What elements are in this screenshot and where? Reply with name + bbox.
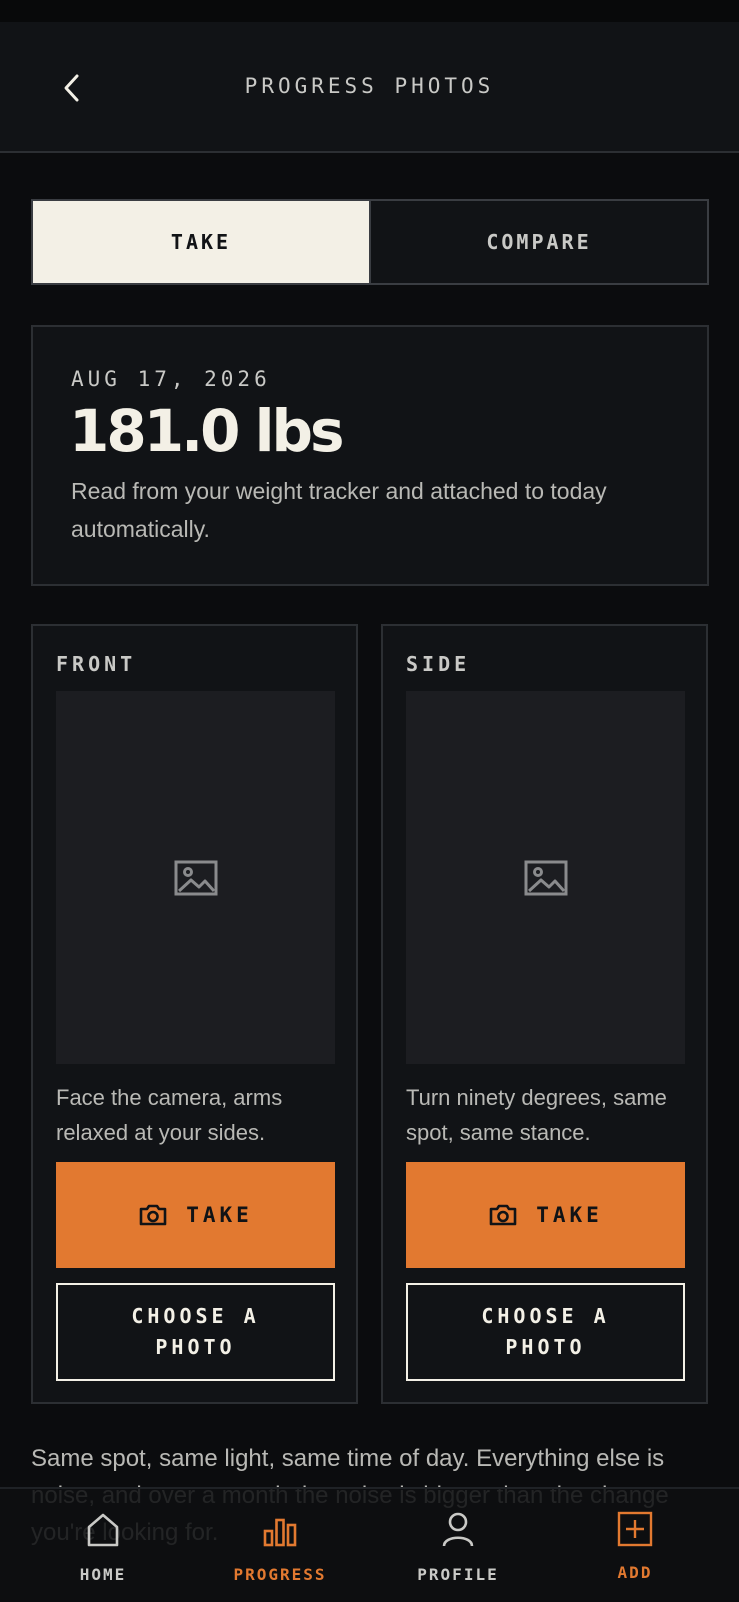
tab-progress[interactable]: PROGRESS bbox=[188, 1489, 372, 1602]
tab-profile-label: PROFILE bbox=[417, 1565, 499, 1584]
tab-profile[interactable]: PROFILE bbox=[366, 1489, 550, 1602]
header: PROGRESS PHOTOS bbox=[0, 22, 739, 153]
take-side-button[interactable]: TAKE bbox=[406, 1162, 685, 1268]
side-label: SIDE bbox=[406, 652, 471, 676]
bar-chart-icon bbox=[263, 1518, 297, 1547]
camera-icon bbox=[489, 1204, 517, 1226]
tab-home[interactable]: HOME bbox=[11, 1489, 195, 1602]
choose-side-photo-button[interactable]: CHOOSE A PHOTO bbox=[406, 1283, 685, 1381]
front-label: FRONT bbox=[56, 652, 137, 676]
page-title: PROGRESS PHOTOS bbox=[244, 74, 495, 98]
image-icon bbox=[524, 860, 567, 895]
take-side-label: TAKE bbox=[536, 1203, 603, 1227]
home-icon bbox=[87, 1513, 119, 1547]
front-photo-placeholder bbox=[56, 691, 335, 1064]
person-icon bbox=[442, 1512, 474, 1547]
weight-card: AUG 17, 2026 181.0 lbs Read from your we… bbox=[31, 325, 709, 586]
side-instruction: Turn ninety degrees, same spot, same sta… bbox=[406, 1085, 667, 1145]
camera-icon bbox=[139, 1204, 167, 1226]
weight-value: 181.0 lbs bbox=[69, 397, 345, 465]
tab-progress-label: PROGRESS bbox=[233, 1565, 327, 1584]
take-front-button[interactable]: TAKE bbox=[56, 1162, 335, 1268]
side-photo-card: SIDE Turn ninety degrees, same spot, sam… bbox=[381, 624, 708, 1404]
front-instruction: Face the camera, arms relaxed at your si… bbox=[56, 1085, 283, 1145]
mode-switcher: TAKE COMPARE bbox=[31, 199, 709, 285]
tab-add[interactable]: ADD bbox=[543, 1489, 727, 1602]
tab-take[interactable]: TAKE bbox=[33, 201, 369, 283]
tab-compare[interactable]: COMPARE bbox=[369, 201, 707, 283]
front-photo-card: FRONT Face the camera, arms relaxed at y… bbox=[31, 624, 358, 1404]
weight-note: Read from your weight tracker and attach… bbox=[71, 478, 607, 542]
choose-front-photo-button[interactable]: CHOOSE A PHOTO bbox=[56, 1283, 335, 1381]
plus-square-icon bbox=[617, 1511, 653, 1547]
tab-home-label: HOME bbox=[79, 1565, 127, 1584]
bottom-tab-bar: HOME PROGRESS PROFILE ADD bbox=[0, 1487, 739, 1600]
side-photo-placeholder bbox=[406, 691, 685, 1064]
status-bar bbox=[0, 0, 739, 22]
take-front-label: TAKE bbox=[186, 1203, 253, 1227]
tab-add-label: ADD bbox=[617, 1563, 653, 1582]
image-icon bbox=[174, 860, 217, 895]
weight-date: AUG 17, 2026 bbox=[71, 367, 271, 391]
